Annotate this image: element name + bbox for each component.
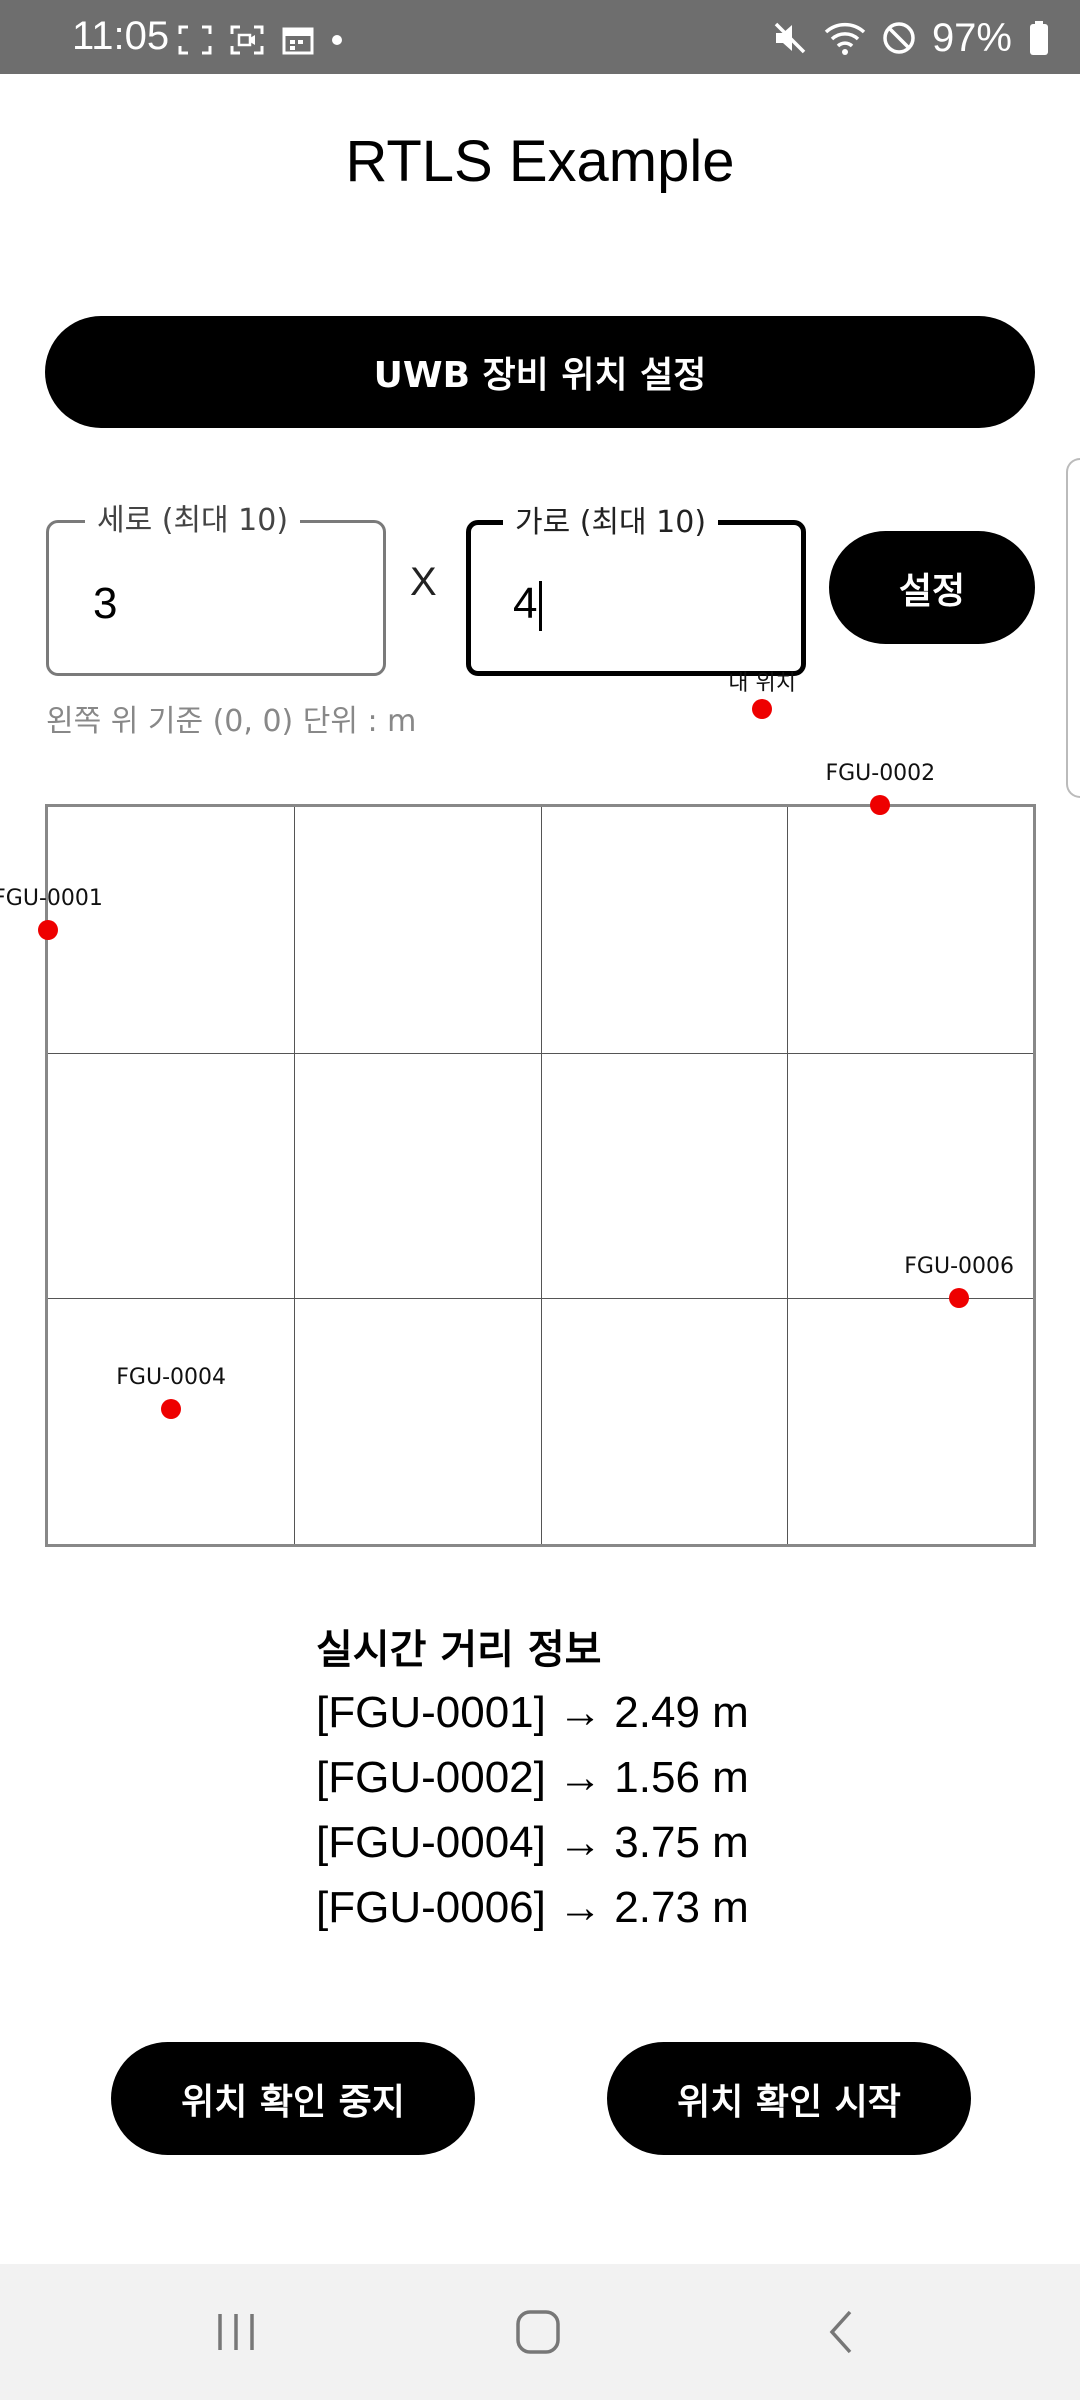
status-right-icons: 97% (772, 18, 1050, 58)
calendar-icon (282, 27, 314, 55)
grid-column-line (294, 807, 296, 1544)
grid-column-line (786, 807, 788, 1544)
marker-label: FGU-0006 (904, 1254, 1014, 1280)
marker-dot (752, 698, 773, 719)
screenshot-frame-icon (178, 25, 212, 55)
marker-dot (949, 1288, 970, 1309)
uwb-location-setting-button[interactable]: UWB 장비 위치 설정 (45, 316, 1035, 428)
marker-dot (38, 919, 58, 940)
distance-line: [FGU-0004] → 3.75 m (316, 1818, 749, 1867)
grid-row-line (48, 1052, 1033, 1054)
dimension-separator: X (410, 560, 437, 604)
location-grid: 내 위치 FGU-0002 FGU-0001 FGU-0006 FGU-0004 (0, 671, 1036, 1547)
marker-label: 내 위치 (728, 670, 796, 696)
marker-label: FGU-0002 (825, 760, 936, 786)
cols-field-value-wrap[interactable]: 4 (513, 579, 543, 632)
distance-line: [FGU-0006] → 2.73 m (316, 1883, 749, 1932)
text-cursor (539, 581, 543, 632)
marker-label: FGU-0004 (116, 1364, 226, 1390)
status-time: 11:05 (72, 14, 170, 58)
distance-info-title: 실시간 거리 정보 (316, 1627, 602, 1673)
distance-info: 실시간 거리 정보 [FGU-0001] → 2.49 m [FGU-0002]… (316, 1620, 749, 1940)
cols-field-label: 가로 (최대 10) (503, 503, 719, 543)
start-location-button[interactable]: 위치 확인 시작 (607, 2042, 971, 2155)
status-left-icons (178, 25, 342, 55)
do-not-disturb-icon (883, 22, 915, 54)
cols-field-value: 4 (513, 579, 538, 628)
battery-percent: 97% (931, 16, 1012, 60)
set-button[interactable]: 설정 (829, 531, 1035, 644)
marker-dot (870, 794, 891, 815)
cols-field[interactable]: 가로 (최대 10) 4 (466, 503, 806, 676)
dot-icon (332, 35, 342, 45)
edge-panel-handle[interactable] (1066, 458, 1080, 798)
rows-field-value[interactable]: 3 (93, 579, 117, 629)
rows-field[interactable]: 세로 (최대 10) 3 (46, 501, 386, 676)
recent-apps-icon[interactable] (206, 2302, 266, 2362)
marker-label: FGU-0001 (0, 885, 103, 911)
back-icon[interactable] (812, 2302, 872, 2362)
stop-location-button[interactable]: 위치 확인 중지 (111, 2042, 475, 2155)
home-icon[interactable] (508, 2302, 568, 2362)
coordinate-hint: 왼쪽 위 기준 (0, 0) 단위 : m (46, 704, 417, 739)
rows-field-label: 세로 (최대 10) (85, 501, 301, 541)
battery-icon (1030, 21, 1048, 55)
navigation-bar (0, 2264, 1080, 2400)
screen-record-icon (230, 25, 264, 55)
status-bar: 11:05 97% (0, 0, 1080, 74)
wifi-icon (824, 22, 866, 55)
grid-row-line (48, 1298, 1033, 1300)
page-title: RTLS Example (345, 129, 735, 194)
grid-column-line (540, 807, 542, 1544)
mute-icon (774, 22, 806, 54)
distance-line: [FGU-0002] → 1.56 m (316, 1753, 749, 1802)
marker-dot (161, 1398, 182, 1419)
distance-line: [FGU-0001] → 2.49 m (316, 1688, 749, 1737)
